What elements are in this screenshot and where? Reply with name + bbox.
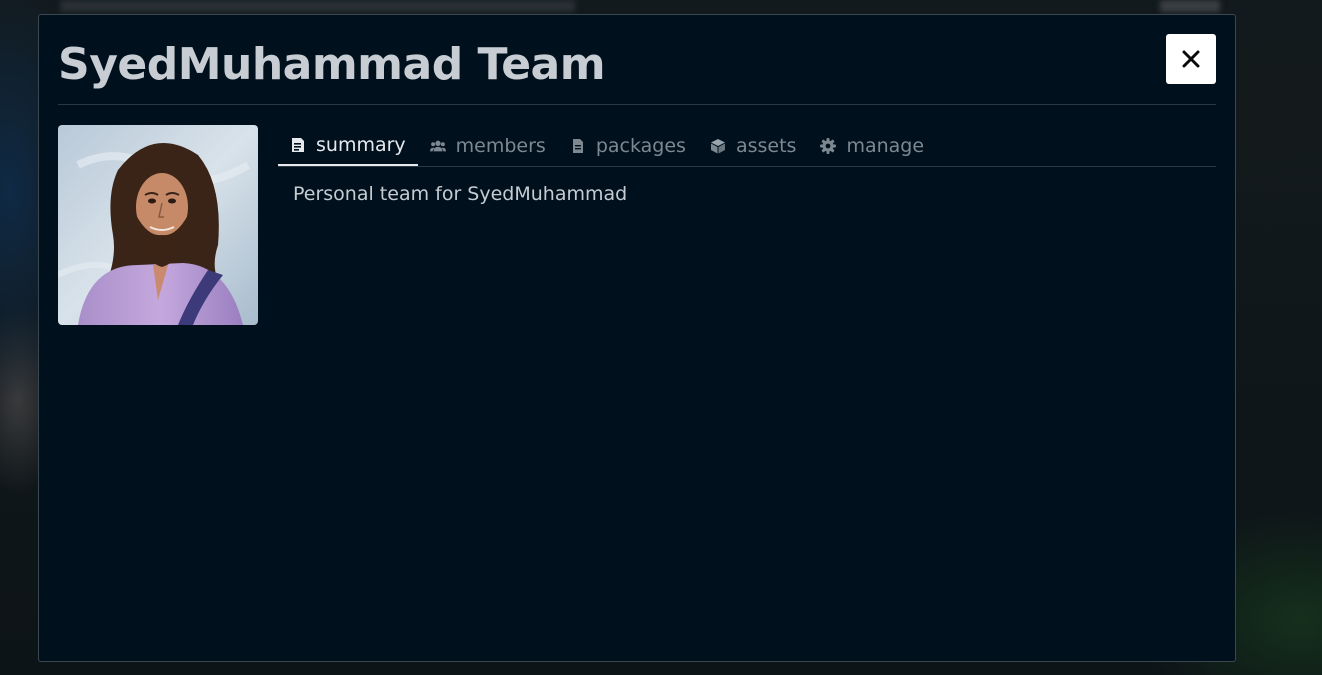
tab-bar: summary members packages assets manage: [278, 125, 1216, 167]
tab-label: members: [455, 134, 546, 157]
close-icon: [1182, 50, 1200, 68]
cube-icon: [710, 138, 726, 154]
tab-label: packages: [595, 134, 686, 157]
modal-title: SyedMuhammad Team: [58, 39, 606, 90]
tab-packages[interactable]: packages: [558, 125, 698, 166]
tab-manage[interactable]: manage: [808, 125, 936, 166]
team-modal: SyedMuhammad Team summary members packag…: [38, 14, 1236, 662]
team-avatar: [58, 125, 258, 325]
tab-label: assets: [735, 134, 797, 157]
users-icon: [429, 138, 446, 154]
tab-label: summary: [316, 133, 406, 156]
document-icon: [290, 137, 306, 153]
summary-text: Personal team for SyedMuhammad: [293, 183, 628, 205]
gear-icon: [820, 137, 837, 154]
close-button[interactable]: [1166, 34, 1216, 84]
file-icon: [570, 138, 586, 154]
background-button: [1160, 0, 1220, 12]
modal-header: SyedMuhammad Team: [58, 15, 1216, 105]
background-header-bar: [60, 0, 575, 12]
tab-members[interactable]: members: [418, 125, 558, 166]
tab-assets[interactable]: assets: [698, 125, 808, 166]
avatar-image: [58, 125, 258, 325]
tab-summary[interactable]: summary: [278, 125, 418, 166]
tab-label: manage: [846, 134, 925, 157]
